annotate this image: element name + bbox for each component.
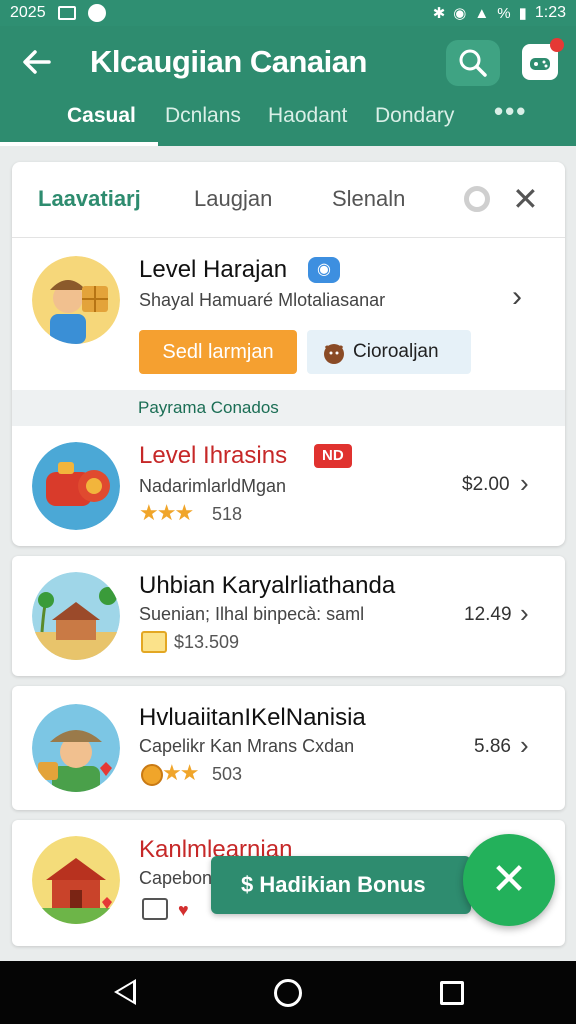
settings-icon[interactable] <box>464 186 490 212</box>
rating-count: 503 <box>212 764 243 784</box>
gamepad-button[interactable] <box>522 38 564 80</box>
chevron-right-icon[interactable]: › <box>520 730 529 761</box>
image-notification-icon <box>57 6 76 20</box>
list-item-avatar <box>32 704 120 792</box>
status-bar: 2025 ✱ ◉ ▲ % ▮ 1:23 <box>0 0 576 26</box>
battery-percent: % <box>497 4 511 22</box>
status-time-left: 2025 <box>10 4 46 21</box>
chevron-right-icon[interactable]: › <box>520 598 529 629</box>
close-icon[interactable]: ✕ <box>512 180 539 218</box>
coin-icon <box>141 631 167 653</box>
wifi-icon: ◉ <box>453 4 467 22</box>
secondary-action-label: Cioroaljan <box>353 341 439 362</box>
subtab-laavatiarj[interactable]: Laavatiarj <box>38 186 141 212</box>
more-tabs-icon[interactable]: ••• <box>494 96 527 127</box>
list-item-title: Level Ihrasins <box>139 442 288 469</box>
category-tabs: Casual Dcnlans Haodant Dondary ••• <box>0 96 576 146</box>
subtab-laugjan[interactable]: Laugjan <box>194 186 272 212</box>
featured-panel: Laavatiarj Laugjan Slenaln ✕ Level Haraj… <box>12 162 565 546</box>
back-arrow-icon[interactable] <box>20 46 54 80</box>
coin-icon <box>141 764 163 786</box>
list-item-subtitle: Suenian; Ilhal binpecà: saml <box>139 604 365 624</box>
list-item-avatar <box>32 572 120 660</box>
tab-dcnlans[interactable]: Dcnlans <box>165 104 241 128</box>
close-fab-button[interactable]: ✕ <box>463 834 555 926</box>
verified-badge-icon: ◉ <box>308 257 340 283</box>
tab-dondary[interactable]: Dondary <box>375 104 454 128</box>
nav-back-icon[interactable] <box>114 979 136 1005</box>
search-button[interactable] <box>446 40 500 86</box>
list-item-subtitle: NadarimlarldMgan <box>139 476 287 496</box>
rating-count: 518 <box>212 504 243 524</box>
list-item-price: $2.00 <box>462 474 510 495</box>
rating-stars: ★★ <box>162 760 199 785</box>
chevron-right-icon[interactable]: › <box>512 280 522 314</box>
chevron-right-icon[interactable]: › <box>520 468 529 499</box>
new-badge: ND <box>314 444 352 468</box>
heart-icon: ♥ <box>178 900 189 920</box>
app-bar: Klcaugiian Canaian Casual Dcnlans Haodan… <box>0 26 576 146</box>
bonus-snackbar[interactable]: $ Hadikian Bonus <box>211 856 471 914</box>
system-nav-bar <box>0 961 576 1024</box>
search-icon <box>459 49 487 77</box>
rating-stars: ★★★ <box>139 500 194 525</box>
signal-icon: ▲ <box>474 4 490 22</box>
list-item-title: Uhbian Karyalrliathanda <box>139 572 396 599</box>
tab-casual[interactable]: Casual <box>67 104 136 128</box>
tab-haodant[interactable]: Haodant <box>268 104 347 128</box>
nav-recents-icon[interactable] <box>440 981 464 1005</box>
section-label: Payrama Conados <box>12 390 565 426</box>
featured-title: Level Harajan <box>139 256 288 283</box>
list-item-subtitle: Capelikr Kan Mrans Cxdan <box>139 736 355 756</box>
bluetooth-icon: ✱ <box>432 4 446 22</box>
envelope-icon <box>142 898 168 920</box>
list-item[interactable]: Uhbian Karyalrliathanda Suenian; Ilhal b… <box>12 556 565 676</box>
battery-icon: ▮ <box>518 4 527 22</box>
featured-subtitle: Shayal Hamuaré Mlotaliasanar <box>139 290 386 310</box>
coin-amount: $13.509 <box>174 632 240 652</box>
secondary-action-button[interactable]: Cioroaljan <box>307 330 471 374</box>
gamepad-icon <box>530 58 550 70</box>
list-item[interactable]: HvluaiitanIKelNanisia Capelikr Kan Mrans… <box>12 686 565 810</box>
subtabs: Laavatiarj Laugjan Slenaln ✕ <box>12 162 565 238</box>
list-item-price: 5.86 <box>474 736 511 757</box>
app-notification-icon <box>87 4 106 22</box>
nav-home-icon[interactable] <box>274 979 302 1007</box>
featured-avatar <box>32 256 120 344</box>
creature-icon <box>321 338 347 383</box>
list-item-title: HvluaiitanIKelNanisia <box>139 704 366 731</box>
list-item-price: 12.49 <box>464 604 512 625</box>
subtab-slenaln[interactable]: Slenaln <box>332 186 405 212</box>
list-item-subtitle: Capebon <box>139 868 213 888</box>
list-item-avatar <box>32 836 120 924</box>
primary-action-button[interactable]: Sedl larmjan <box>139 330 297 374</box>
list-item[interactable]: Level Ihrasins ND NadarimlarldMgan ★★★ 5… <box>12 426 565 546</box>
page-title: Klcaugiian Canaian <box>90 44 367 79</box>
active-tab-indicator <box>0 142 158 146</box>
notification-dot <box>550 38 564 52</box>
close-icon: ✕ <box>490 855 528 904</box>
list-item-avatar <box>32 442 120 530</box>
status-time-right: 1:23 <box>534 4 566 21</box>
